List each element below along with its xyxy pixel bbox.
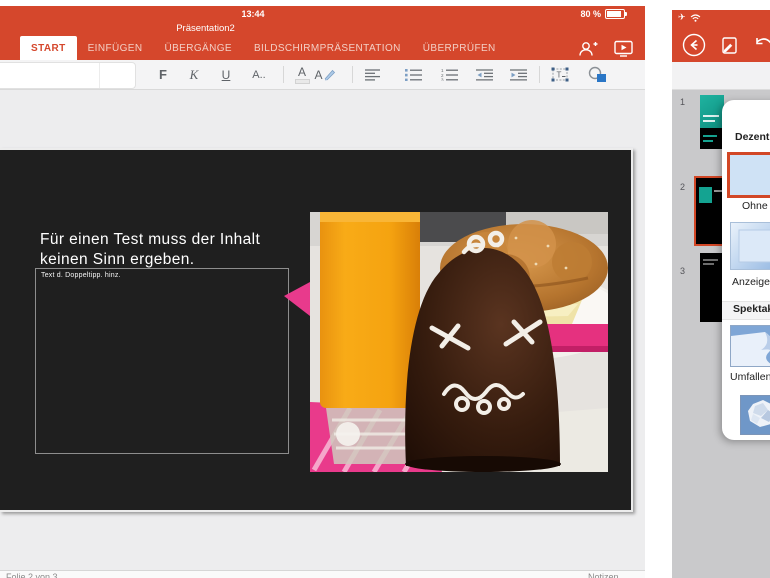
svg-text:3: 3 [441,77,444,81]
battery-percent-label: 80 % [580,9,601,19]
undo-icon[interactable] [753,36,770,54]
slide-canvas[interactable]: Für einen Test muss der Inhalt keinen Si… [0,148,633,512]
brush-icon [324,69,335,81]
font-name-field[interactable] [0,63,100,88]
thumbnail-number: 2 [680,182,686,192]
section-header-dezent: Dezent [735,131,770,143]
share-person-add-icon[interactable] [578,40,598,57]
document-title: Präsentation2 [176,23,235,34]
titlebar-2: ✈ [672,10,770,62]
tab-einfuegen[interactable]: EINFÜGEN [77,36,154,60]
back-button[interactable] [682,33,706,57]
toolbar-2 [672,62,770,90]
insert-textbox-button[interactable]: T [546,62,574,87]
format-brush-button[interactable]: A [310,62,340,87]
transition-label-umfallen: Umfallen [730,371,770,383]
font-size-field[interactable] [100,63,135,88]
tab-start[interactable]: START [20,36,77,60]
status-clock: 13:44 [241,9,265,19]
outdent-button[interactable] [471,62,499,87]
transition-label-ohne: Ohne [742,200,768,212]
font-formatting-button[interactable]: A.. [244,62,274,87]
share-export-icon[interactable] [719,35,740,56]
tab-uebergaenge[interactable]: ÜBERGÄNGE [153,36,243,60]
tab-bildschirmpraesentation[interactable]: BILDSCHIRMPRÄSENTATION [243,36,412,60]
pink-triangle-shape[interactable] [284,282,310,316]
svg-text:T: T [557,71,562,80]
toolbar-divider [352,66,353,83]
screenshot-root: 13:44 80 % Präsentation2 START EINFÜGEN … [0,0,770,578]
transition-zerknuellen[interactable] [740,395,770,435]
present-slideshow-icon[interactable] [614,40,633,57]
thumbnail-number: 3 [680,266,686,276]
bullet-list-button[interactable] [400,62,426,87]
powerpoint-window-2: ✈ 1 2 3 Dezent Ohne Anzeige Spekta Umfal… [672,10,770,578]
toolbar-divider [539,66,540,83]
toolbar-divider [283,66,284,83]
airplane-mode-icon: ✈ [678,12,686,22]
font-picker-group [0,62,136,89]
slide-panel: 1 2 3 Dezent Ohne Anzeige Spekta Umfalle… [672,90,770,578]
battery-indicator: 80 % [580,9,627,19]
italic-button[interactable]: K [181,62,207,87]
align-text-button[interactable] [360,62,386,87]
placeholder-hint-text: Text d. Doppeltipp. hinz. [41,272,121,279]
insert-shapes-button[interactable] [582,62,612,87]
powerpoint-window: 13:44 80 % Präsentation2 START EINFÜGEN … [0,0,645,578]
slide-thumbnail-3[interactable] [700,253,724,322]
numbered-list-button[interactable]: 123 [436,62,462,87]
wifi-icon [690,13,701,22]
slide-photo[interactable] [310,212,608,472]
transitions-popover: Dezent Ohne Anzeigen Spektakulär Umfal [722,100,770,440]
transition-umfallen[interactable] [730,325,770,367]
bold-button[interactable]: F [150,62,176,87]
titlebar: 13:44 80 % Präsentation2 [0,6,645,36]
font-color-swatch [294,78,310,84]
slide-title-text[interactable]: Für einen Test muss der Inhalt keinen Si… [40,230,290,271]
battery-icon [605,9,627,19]
slide-counter-label: Folie 2 von 3 [6,572,58,578]
slide-thumbnail-1[interactable] [700,95,724,149]
bottom-statusbar: Folie 2 von 3 Notizen [0,570,645,578]
transition-ohne-selected[interactable] [727,152,770,198]
ribbon-tab-bar: START EINFÜGEN ÜBERGÄNGE BILDSCHIRMPRÄSE… [0,36,645,60]
indent-button[interactable] [505,62,533,87]
section-header-spektakulaer: Spektakulär [733,303,770,315]
transition-anzeigen[interactable] [730,222,770,270]
slide-body-placeholder[interactable]: Text d. Doppeltipp. hinz. [35,268,289,454]
underline-button[interactable]: U [213,62,239,87]
tab-ueberpruefen[interactable]: ÜBERPRÜFEN [412,36,507,60]
notes-toggle[interactable]: Notizen [588,572,619,578]
thumbnail-number: 1 [680,97,686,107]
transition-label-anzeigen: Anzeigen [732,276,770,288]
breakfast-photo-illustration [310,212,608,472]
formatting-toolbar: F K U A.. A A 123 T [0,60,645,90]
